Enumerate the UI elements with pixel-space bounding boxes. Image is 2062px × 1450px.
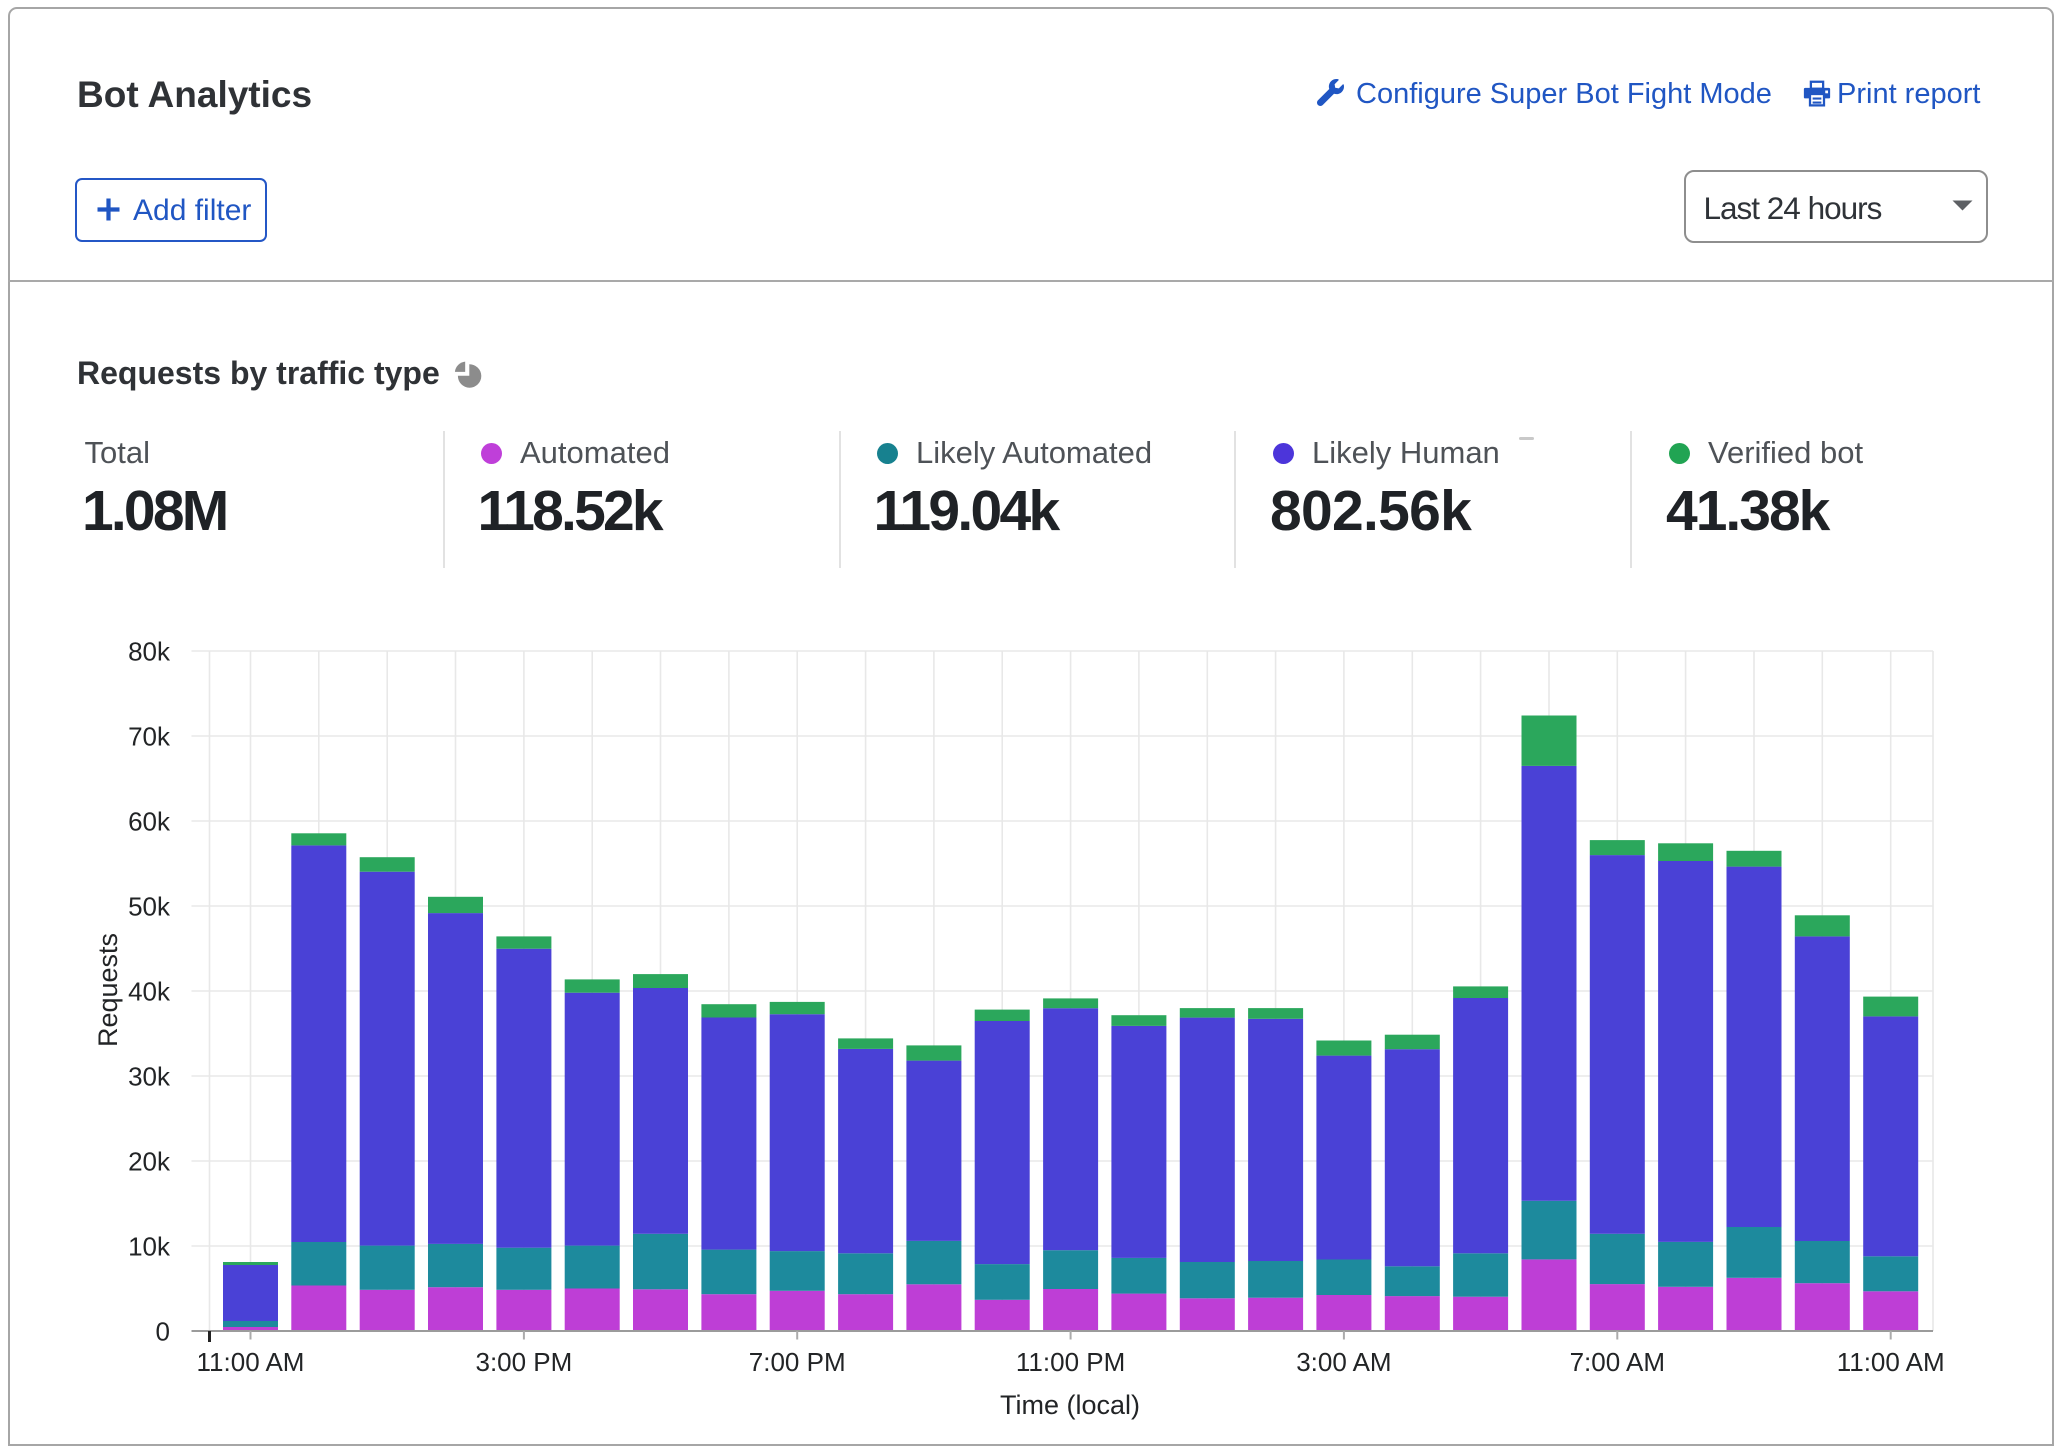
svg-text:7:00 PM: 7:00 PM (749, 1347, 846, 1377)
svg-text:3:00 AM: 3:00 AM (1296, 1347, 1391, 1377)
svg-text:50k: 50k (128, 892, 171, 922)
svg-text:10k: 10k (128, 1232, 171, 1262)
svg-text:11:00 PM: 11:00 PM (1016, 1347, 1125, 1377)
svg-text:7:00 AM: 7:00 AM (1570, 1347, 1665, 1377)
svg-text:80k: 80k (128, 637, 171, 667)
svg-text:40k: 40k (128, 977, 171, 1007)
svg-text:11:00 AM: 11:00 AM (197, 1347, 305, 1377)
svg-text:20k: 20k (128, 1147, 171, 1177)
svg-text:30k: 30k (128, 1062, 171, 1092)
svg-text:3:00 PM: 3:00 PM (475, 1347, 572, 1377)
svg-text:60k: 60k (128, 807, 171, 837)
svg-text:0: 0 (156, 1317, 170, 1347)
svg-text:11:00 AM: 11:00 AM (1837, 1347, 1945, 1377)
svg-text:Time (local): Time (local) (1000, 1390, 1140, 1420)
svg-text:Requests: Requests (93, 933, 123, 1047)
svg-text:70k: 70k (128, 722, 171, 752)
